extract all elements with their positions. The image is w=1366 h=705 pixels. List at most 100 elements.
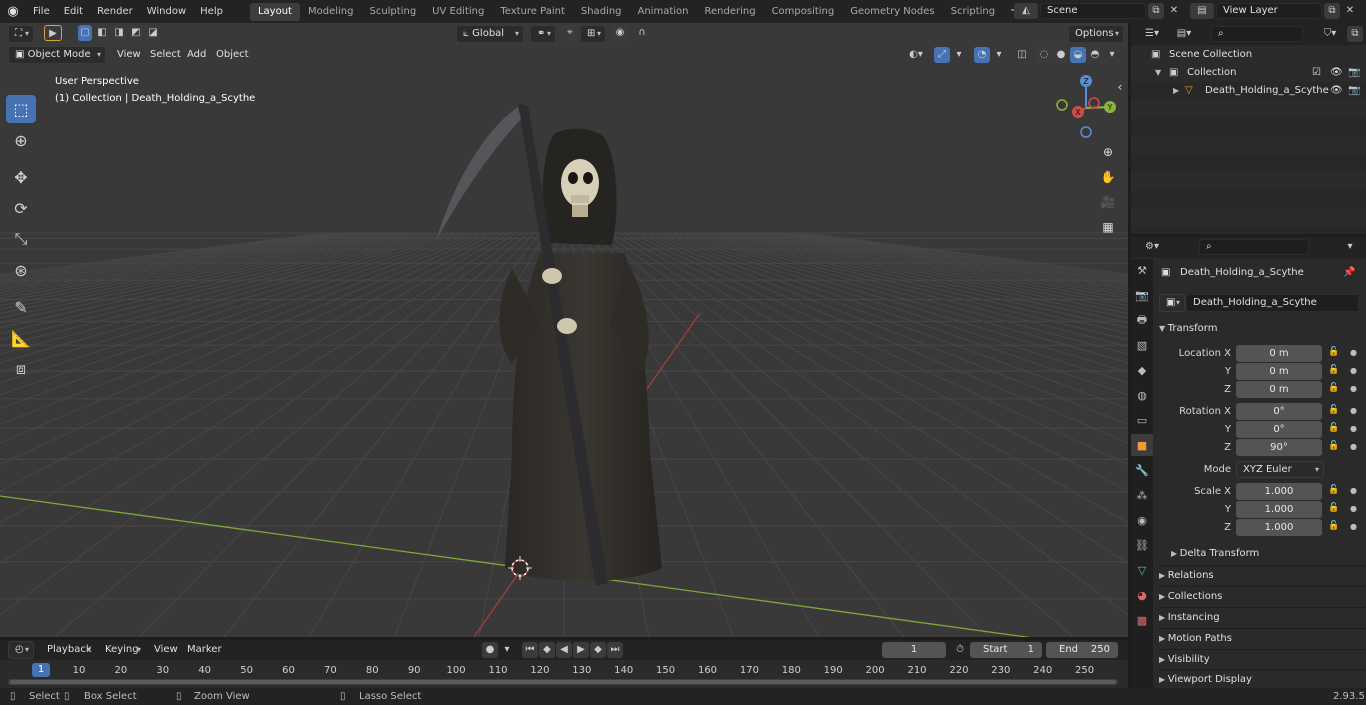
collection-checkbox-icon[interactable]: ☑ — [1312, 64, 1321, 82]
pin-icon[interactable]: 📌 — [1343, 267, 1355, 278]
properties-editor-type-icon[interactable]: ⚙▾ — [1139, 239, 1165, 255]
modifier-tab-icon[interactable]: 🔧 — [1131, 459, 1153, 481]
object-visibility-icon[interactable]: 👁 — [1330, 82, 1343, 100]
location-x-field[interactable]: 0 m — [1236, 345, 1322, 362]
material-tab-icon[interactable]: ◕ — [1131, 584, 1153, 606]
select-intersect-icon[interactable]: ◪ — [146, 25, 160, 41]
constraints-tab-icon[interactable]: ⛓ — [1131, 534, 1153, 556]
output-tab-icon[interactable]: 🖶 — [1131, 309, 1153, 331]
scale-tool-icon[interactable]: ⤡ — [6, 225, 36, 253]
transform-tool-icon[interactable]: ⊛ — [6, 256, 36, 284]
select-new-icon[interactable]: ▢ — [78, 25, 92, 41]
new-scene-icon[interactable]: ⧉ — [1148, 3, 1164, 19]
select-invert-icon[interactable]: ◩ — [129, 25, 143, 41]
proportional-falloff-icon[interactable]: ∩ — [630, 25, 654, 41]
viewport-menu-object[interactable]: Object — [210, 46, 255, 64]
instancing-panel[interactable]: ▶ Instancing — [1159, 607, 1366, 627]
object-render-icon[interactable]: 📷 — [1348, 82, 1360, 100]
xray-toggle-icon[interactable]: ◫ — [1014, 47, 1030, 63]
keyframe-rotation-y-icon[interactable]: ● — [1350, 424, 1357, 433]
add-cube-tool-icon[interactable]: ⧈ — [6, 355, 36, 383]
options-dropdown[interactable]: Options ▾ — [1068, 25, 1124, 43]
tool-tab-icon[interactable]: ⚒ — [1131, 259, 1153, 281]
world-tab-icon[interactable]: ◍ — [1131, 384, 1153, 406]
material-preview-icon[interactable]: ◒ — [1070, 47, 1086, 63]
motion-paths-panel[interactable]: ▶ Motion Paths — [1159, 628, 1366, 648]
keyframe-rotation-z-icon[interactable]: ● — [1350, 442, 1357, 451]
snap-target-icon[interactable]: ⊞ ▾ — [580, 25, 606, 43]
menu-window[interactable]: Window — [140, 0, 193, 23]
lock-rotation-x-icon[interactable]: 🔓 — [1328, 405, 1339, 415]
object-browse-icon[interactable]: ▣ ▾ — [1159, 294, 1185, 312]
tab-compositing[interactable]: Compositing — [764, 3, 843, 21]
view-layer-tab-icon[interactable]: ▧ — [1131, 334, 1153, 356]
tab-uv-editing[interactable]: UV Editing — [424, 3, 492, 21]
visibility-filter-icon[interactable]: ◐▾ — [902, 47, 930, 63]
scene-browse-icon[interactable]: ◭ — [1014, 3, 1038, 19]
keyframe-scale-z-icon[interactable]: ● — [1350, 522, 1357, 531]
outliner-row-scene-collection[interactable]: ▣ Scene Collection — [1131, 46, 1366, 64]
keyframe-rotation-x-icon[interactable]: ● — [1350, 406, 1357, 415]
rendered-shading-icon[interactable]: ◓ — [1087, 47, 1103, 63]
tab-scripting[interactable]: Scripting — [943, 3, 1003, 21]
perspective-toggle-icon[interactable]: ▦ — [1097, 216, 1119, 238]
object-name-field[interactable]: Death_Holding_a_Scythe — [1186, 294, 1359, 312]
proportional-editing-icon[interactable]: ◉ — [612, 25, 628, 41]
annotate-tool-icon[interactable]: ✎ — [6, 293, 36, 321]
measure-tool-icon[interactable]: 📐 — [6, 324, 36, 352]
3d-viewport[interactable]: Z Y X ⛶ ▾ ▶ ▢ ◧ ◨ ◩ ◪ ⟀ Global ▾ ⚭ ▾ ⌖ ⊞ ▾ ◉… — [0, 23, 1128, 637]
scene-tab-icon[interactable]: ◆ — [1131, 359, 1153, 381]
solid-shading-icon[interactable]: ● — [1053, 47, 1069, 63]
menu-render[interactable]: Render — [90, 0, 140, 23]
tab-geometry-nodes[interactable]: Geometry Nodes — [842, 3, 942, 21]
visibility-panel[interactable]: ▶ Visibility — [1159, 649, 1366, 669]
new-collection-icon[interactable]: ⧉ — [1347, 26, 1363, 42]
sidebar-toggle-icon[interactable]: ‹ — [1114, 76, 1126, 98]
move-tool-icon[interactable]: ✥ — [6, 163, 36, 191]
properties-options-icon[interactable]: ▾ — [1341, 239, 1359, 255]
expand-collection-icon[interactable]: ▼ — [1155, 64, 1161, 82]
scale-x-field[interactable]: 1.000 — [1236, 483, 1322, 500]
death-character-model[interactable] — [436, 103, 662, 586]
navigation-gizmo[interactable]: Z Y X — [1056, 75, 1116, 138]
lock-location-x-icon[interactable]: 🔓 — [1328, 347, 1339, 357]
playback-menu[interactable]: Playback ▾ — [40, 641, 96, 659]
play-reverse-icon[interactable]: ◀ — [556, 642, 572, 658]
lock-location-y-icon[interactable]: 🔓 — [1328, 365, 1339, 375]
play-icon[interactable]: ▶ — [573, 642, 589, 658]
timeline-menu-view[interactable]: View — [148, 641, 184, 659]
delete-view-layer-icon[interactable]: ✕ — [1342, 3, 1358, 19]
rotation-y-field[interactable]: 0° — [1236, 421, 1322, 438]
tab-modeling[interactable]: Modeling — [300, 3, 362, 21]
outliner-row-object[interactable]: ▶ ▽ Death_Holding_a_Scythe 👁 📷 — [1131, 82, 1366, 100]
tab-shading[interactable]: Shading — [573, 3, 630, 21]
delta-transform-subpanel[interactable]: ▶ Delta Transform — [1171, 548, 1259, 559]
scale-y-field[interactable]: 1.000 — [1236, 501, 1322, 518]
cursor-tool-icon[interactable]: ⊕ — [6, 126, 36, 154]
rotation-z-field[interactable]: 90° — [1236, 439, 1322, 456]
viewport-menu-add[interactable]: Add — [181, 46, 212, 64]
lock-rotation-z-icon[interactable]: 🔓 — [1328, 441, 1339, 451]
jump-end-icon[interactable]: ⏭ — [607, 642, 623, 658]
preview-range-icon[interactable]: ⏱ — [952, 642, 968, 658]
outliner-editor-type-icon[interactable]: ☰▾ — [1139, 26, 1165, 42]
menu-edit[interactable]: Edit — [57, 0, 90, 23]
tool-settings-icon[interactable]: ▶ — [44, 25, 62, 41]
lock-rotation-y-icon[interactable]: 🔓 — [1328, 423, 1339, 433]
location-z-field[interactable]: 0 m — [1236, 381, 1322, 398]
jump-next-keyframe-icon[interactable]: ◆ — [590, 642, 606, 658]
select-extend-icon[interactable]: ◧ — [95, 25, 109, 41]
auto-key-dropdown-icon[interactable]: ▾ — [500, 642, 514, 658]
current-frame-field[interactable]: 1 — [882, 642, 946, 658]
delete-scene-icon[interactable]: ✕ — [1166, 3, 1182, 19]
lock-scale-z-icon[interactable]: 🔓 — [1328, 521, 1339, 531]
keyframe-scale-x-icon[interactable]: ● — [1350, 486, 1357, 495]
timeline-menu-marker[interactable]: Marker — [181, 641, 228, 659]
camera-view-icon[interactable]: 🎥 — [1097, 191, 1119, 213]
display-mode-icon[interactable]: ▤▾ — [1171, 26, 1197, 42]
gizmo-toggle-icon[interactable]: ⤢ — [934, 47, 950, 63]
zoom-view-icon[interactable]: ⊕ — [1097, 141, 1119, 163]
tab-layout[interactable]: Layout — [249, 2, 300, 21]
tab-animation[interactable]: Animation — [630, 3, 697, 21]
lock-location-z-icon[interactable]: 🔓 — [1328, 383, 1339, 393]
